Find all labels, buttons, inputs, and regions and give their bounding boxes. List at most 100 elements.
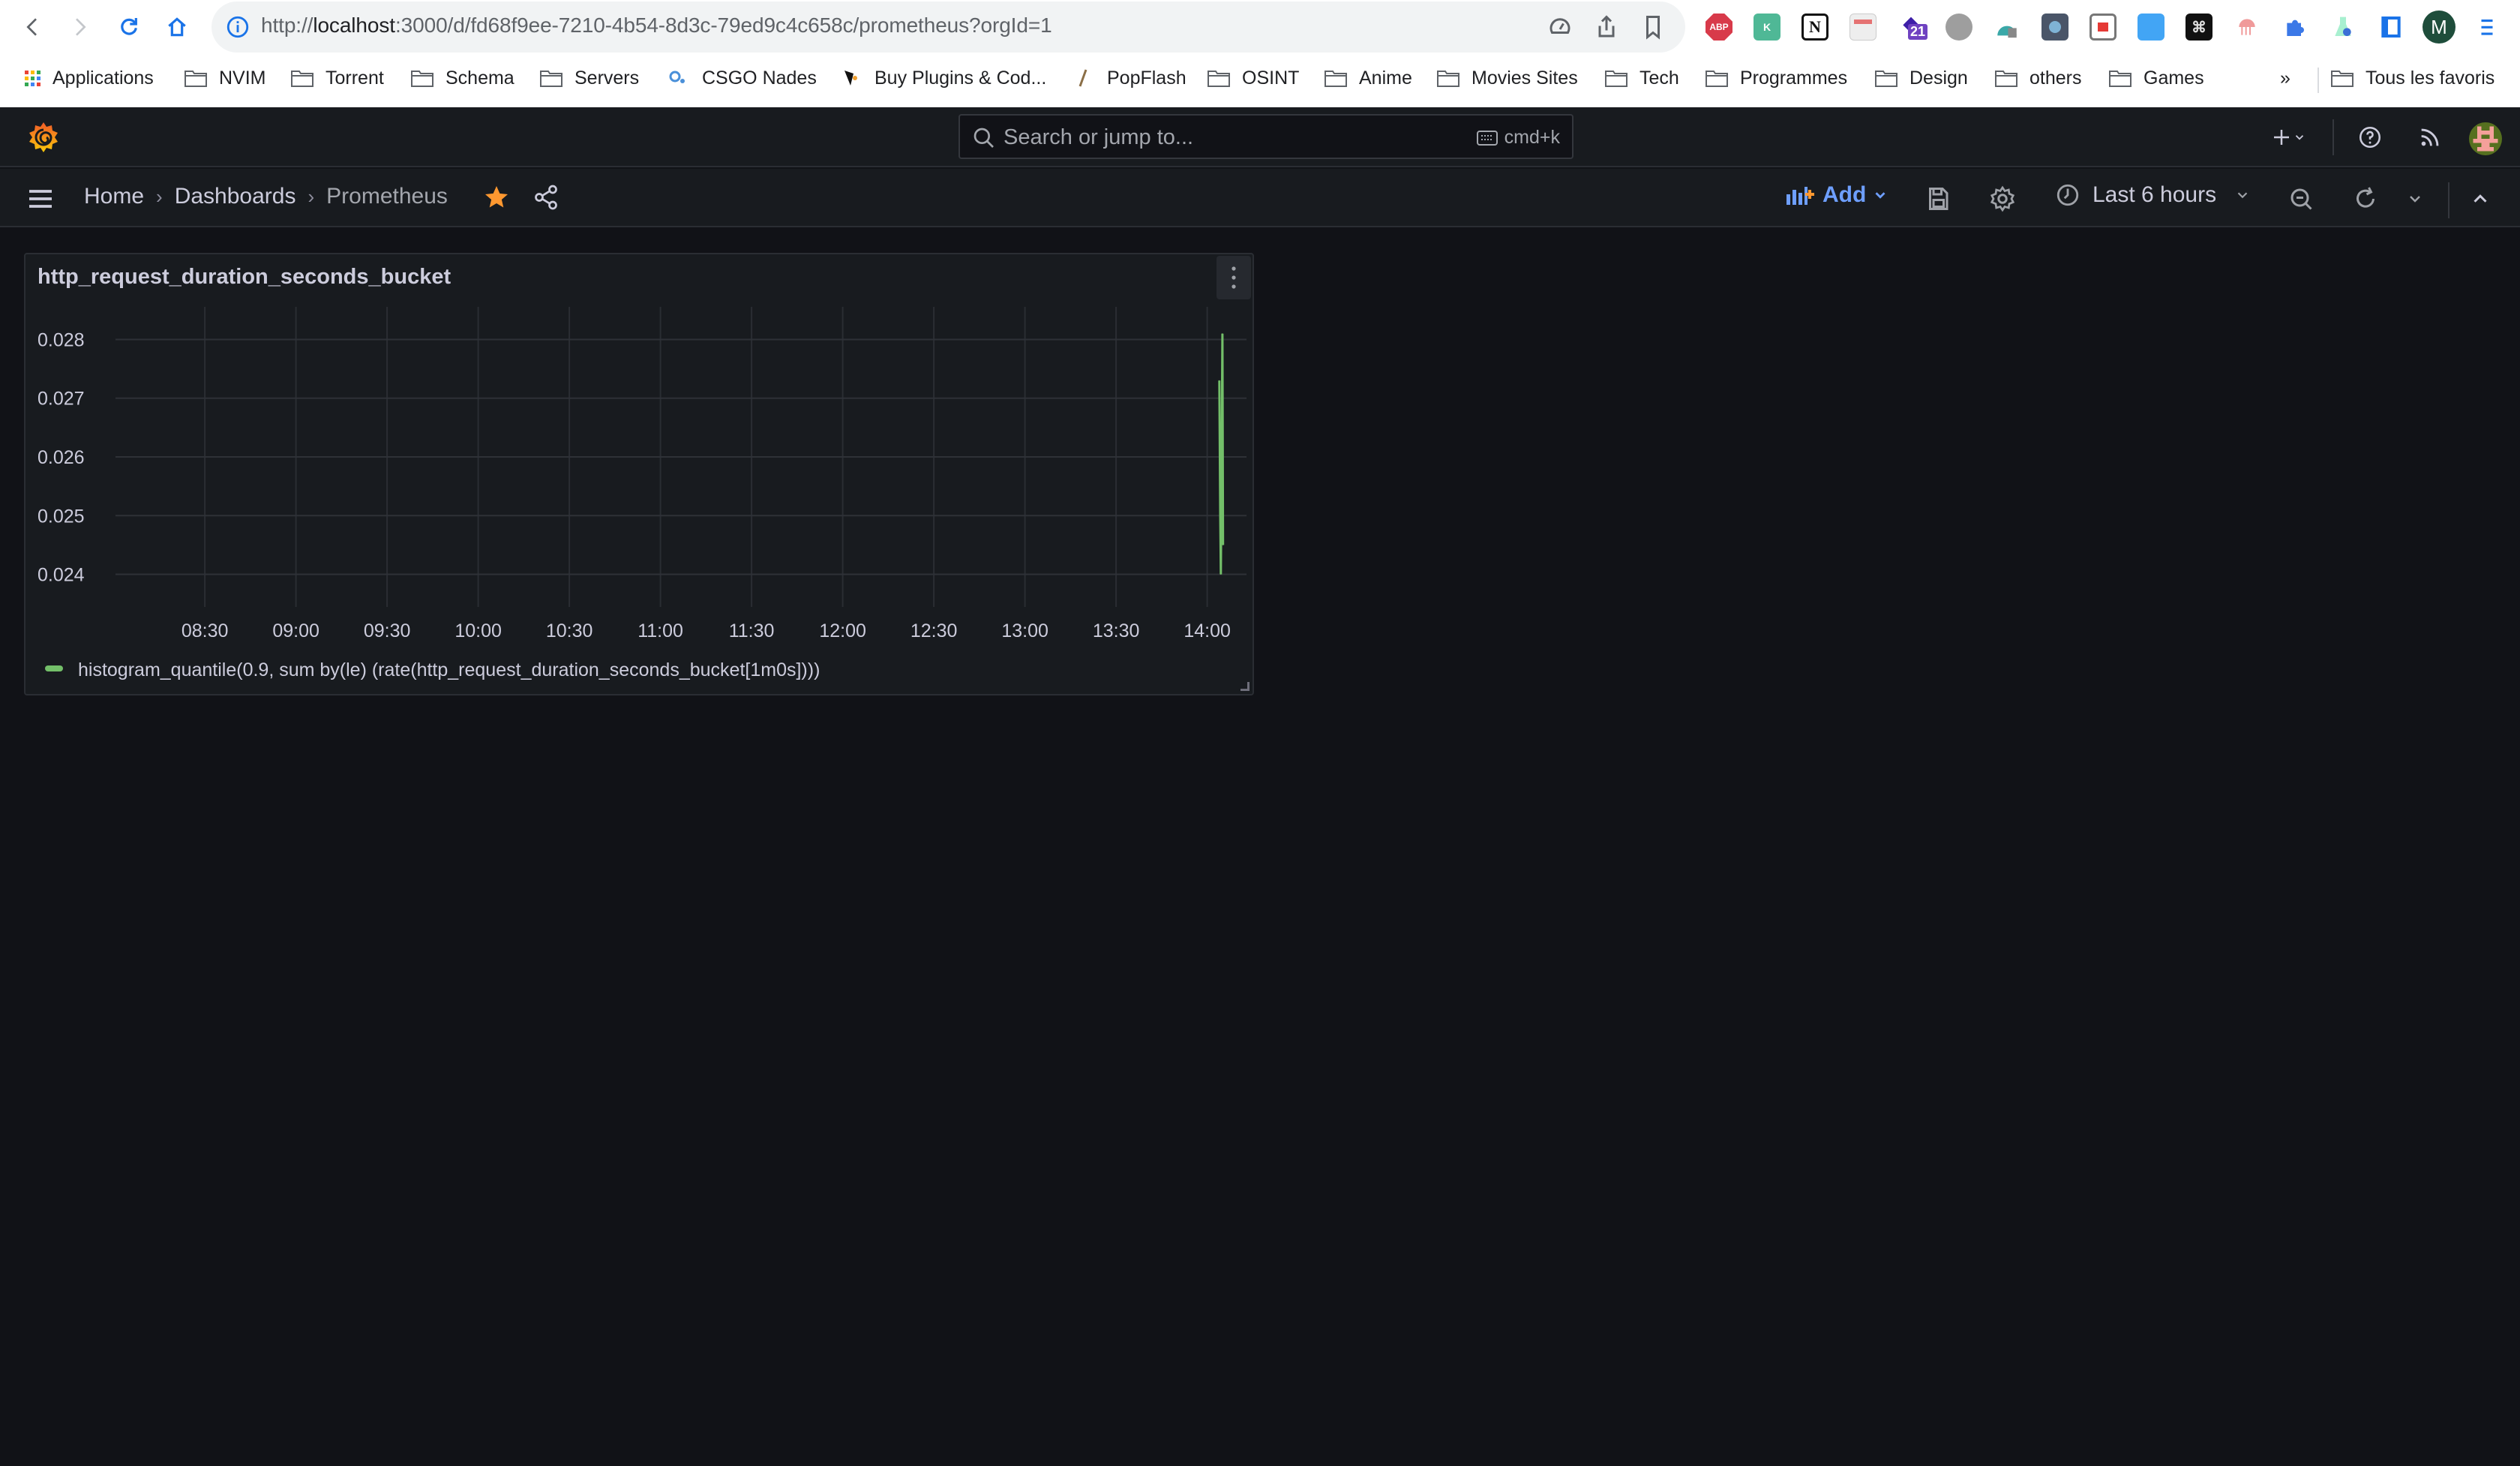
save-dashboard-icon[interactable] (1924, 185, 1952, 212)
bookmark-item[interactable]: Servers (540, 65, 639, 92)
breadcrumb-dashboards[interactable]: Dashboards (175, 184, 296, 209)
y-tick-label: 0.026 (38, 447, 85, 468)
command-extension-icon[interactable]: ⌘ (2186, 14, 2212, 41)
bookmark-item[interactable]: Tech (1605, 65, 1679, 92)
help-button[interactable] (2355, 122, 2385, 152)
bookmark-item[interactable]: Anime (1324, 65, 1412, 92)
profile-avatar[interactable]: M (2422, 11, 2456, 44)
bookmarks-bar: Applications NVIM Torrent Schema Servers CSGO… (0, 57, 2520, 101)
vpn-extension-icon[interactable] (1994, 14, 2020, 41)
home-button[interactable] (160, 11, 194, 44)
panel-title[interactable]: http_request_duration_seconds_bucket (38, 265, 451, 290)
bookmark-label: Design (1910, 67, 1968, 89)
kucoin-icon[interactable]: K (1754, 14, 1780, 41)
series-line (1218, 333, 1225, 575)
bookmark-item[interactable]: Games (2109, 65, 2204, 92)
address-bar[interactable]: http://localhost:3000/d/fd68f9ee-7210-4b… (212, 2, 1685, 53)
clock-icon (2056, 184, 2079, 206)
refresh-interval-chevron-icon[interactable] (2406, 185, 2424, 212)
chevron-down-icon (1875, 192, 1886, 199)
x-tick-label: 14:00 (1184, 620, 1231, 641)
folder-icon (540, 69, 562, 87)
bookmark-item[interactable]: Design (1875, 65, 1968, 92)
back-button[interactable] (16, 11, 50, 44)
news-button[interactable] (2415, 122, 2445, 152)
bookmarks-overflow-button[interactable]: » (2280, 65, 2290, 92)
bookmark-label: Buy Plugins & Cod... (874, 67, 1047, 89)
site-info-icon[interactable] (225, 14, 250, 40)
dashboard-nav-bar: Home › Dashboards › Prometheus Add Last … (0, 169, 2520, 227)
favorite-star-icon[interactable] (483, 184, 510, 211)
bookmark-label: CSGO Nades (702, 67, 817, 89)
adblock-plus-icon[interactable]: ABP (1706, 14, 1732, 41)
y-tick-label: 0.028 (38, 329, 85, 350)
bookmark-item[interactable]: Buy Plugins & Cod... (840, 65, 1046, 92)
side-panel-icon[interactable] (2378, 14, 2404, 41)
url-host: localhost (313, 14, 395, 37)
forward-button[interactable] (63, 11, 96, 44)
overwatch-extension-icon[interactable] (1946, 14, 1972, 41)
share-dashboard-icon[interactable] (532, 184, 560, 211)
bookmark-item[interactable]: others (1995, 65, 2081, 92)
bookmark-label: Servers (574, 67, 640, 89)
bookmark-item[interactable]: Applications (21, 65, 154, 92)
screen-recorder-icon[interactable] (2090, 14, 2116, 41)
notes-extension-icon[interactable] (1850, 14, 1876, 41)
popflash-icon (1072, 69, 1095, 87)
stacks-extension-icon[interactable]: 21 (1898, 14, 1928, 41)
folder-icon (184, 69, 207, 87)
bookmark-page-icon[interactable] (1640, 14, 1666, 41)
new-menu-button[interactable] (2262, 122, 2314, 152)
share-page-icon[interactable] (1593, 14, 1620, 41)
jellyfish-extension-icon[interactable] (2234, 14, 2260, 41)
performance-icon[interactable] (1546, 14, 1574, 41)
folder-icon (1605, 69, 1628, 87)
user-avatar[interactable] (2469, 122, 2502, 155)
panel-resize-handle[interactable] (1240, 682, 1250, 691)
timeseries-chart[interactable]: 08:30 09:00 09:30 10:00 10:30 11:00 11:30 12:00… (26, 254, 1256, 697)
bookmark-item[interactable]: Schema (411, 65, 514, 92)
time-range-picker[interactable]: Last 6 hours (2055, 182, 2251, 208)
grafana-logo-icon[interactable] (26, 119, 62, 155)
bookmark-item[interactable]: Programmes (1706, 65, 1847, 92)
folder-icon (1995, 69, 2018, 87)
reload-button[interactable] (112, 11, 146, 44)
timeseries-panel[interactable]: 08:30 09:00 09:30 10:00 10:30 11:00 11:30 12:00… (24, 253, 1254, 695)
bookmark-item[interactable]: CSGO Nades (668, 65, 817, 92)
bookmark-item[interactable]: PopFlash (1072, 65, 1186, 92)
url-prefix: http:// (261, 14, 314, 37)
apps-grid-icon (21, 69, 40, 87)
browser-menu-icon[interactable] (2474, 14, 2500, 41)
search-shortcut-label: cmd+k (1504, 127, 1560, 148)
x-tick-label: 08:30 (182, 620, 229, 641)
bookmark-item[interactable]: OSINT (1208, 65, 1299, 92)
bookmark-item[interactable]: Torrent (291, 65, 384, 92)
zoom-out-icon[interactable] (2288, 185, 2314, 212)
folder-icon (291, 69, 314, 87)
labs-extension-icon[interactable] (2330, 14, 2356, 41)
folder-icon (411, 69, 434, 87)
all-bookmarks-folder[interactable]: Tous les favoris (2331, 65, 2494, 92)
bookmark-label: NVIM (219, 67, 266, 89)
search-bar[interactable]: Search or jump to... cmd+k (958, 114, 1574, 159)
screenshot-extension-icon[interactable] (2042, 14, 2068, 41)
url-text[interactable]: http://localhost:3000/d/fd68f9ee-7210-4b… (261, 14, 1052, 38)
refresh-icon[interactable] (2352, 185, 2379, 212)
hamburger-menu-icon[interactable] (26, 184, 56, 214)
add-button[interactable]: Add (1785, 182, 1888, 208)
breadcrumb-home[interactable]: Home (84, 184, 144, 209)
search-shortcut: cmd+k (1476, 127, 1560, 149)
extensions-puzzle-icon[interactable] (2282, 14, 2308, 41)
settings-gear-icon[interactable] (1989, 185, 2016, 212)
bookmark-item[interactable]: Movies Sites (1437, 65, 1578, 92)
folder-extension-icon[interactable] (2138, 14, 2164, 41)
data-point (1219, 380, 1220, 381)
grafana-top-bar: Search or jump to... cmd+k (0, 107, 2520, 167)
folder-icon (1875, 69, 1898, 87)
browser-toolbar: http://localhost:3000/d/fd68f9ee-7210-4b… (0, 0, 2520, 107)
collapse-chevron-up-icon[interactable] (2469, 185, 2492, 212)
bookmark-item[interactable]: NVIM (184, 65, 266, 92)
panel-menu-button[interactable] (1216, 256, 1251, 299)
x-tick-label: 09:30 (364, 620, 411, 641)
notion-icon[interactable]: N (1802, 14, 1828, 41)
